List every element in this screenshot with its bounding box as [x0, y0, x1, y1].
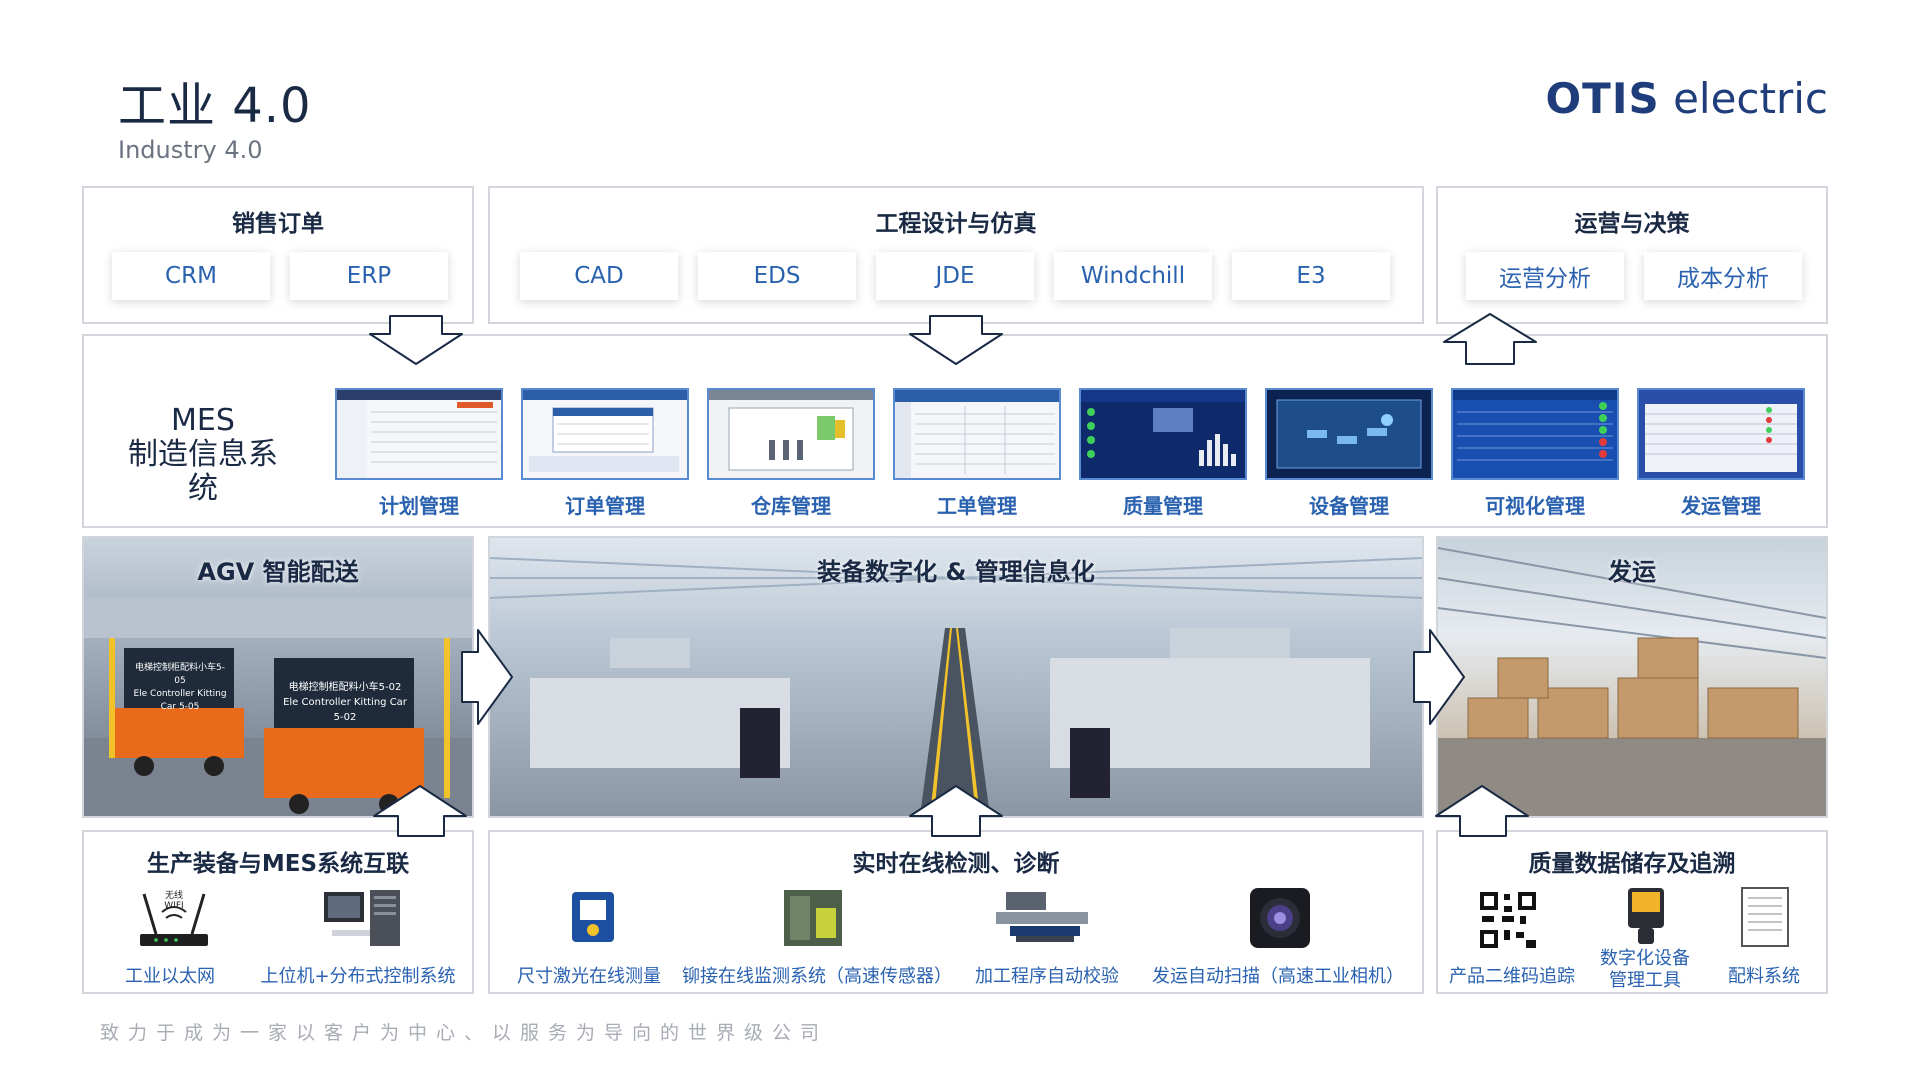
qr-trace-label: 产品二维码追踪: [1449, 966, 1575, 987]
equipment-management-screenshot: [1265, 388, 1433, 480]
cnc-program-icon: [986, 886, 1098, 954]
work-order-management-screenshot: [893, 388, 1061, 480]
jde-chip: JDE: [876, 252, 1034, 300]
handheld-scanner-icon: [1622, 884, 1670, 950]
kitting-system-label: 配料系统: [1728, 966, 1800, 987]
network-title: 生产装备与MES系统互联: [146, 851, 410, 877]
shipping-photo: 发运: [1436, 536, 1828, 818]
crm-chip: CRM: [112, 252, 270, 300]
visualization-management-screenshot: [1451, 388, 1619, 480]
sales-order-title: 销售订单: [232, 211, 324, 237]
agv-cart1-label: 电梯控制柜配料小车5-05 Ele Controller Kitting Car …: [133, 663, 227, 712]
windchill-chip: Windchill: [1054, 252, 1212, 300]
visualization-management-label: 可视化管理: [1485, 494, 1585, 518]
digital-factory-photo: 装备数字化 & 管理信息化: [488, 536, 1424, 818]
footer-slogan: 致力于成为一家以客户为中心、以服务为导向的世界级公司: [100, 1022, 829, 1044]
shipping-management-screenshot: [1637, 388, 1805, 480]
riveting-monitor-label: 铆接在线监测系统（高速传感器）: [682, 966, 952, 987]
shipping-management-label: 发运管理: [1681, 494, 1761, 518]
workstation-icon: [318, 884, 408, 956]
engineering-title: 工程设计与仿真: [875, 211, 1037, 237]
page-title: 工业 4.0: [118, 78, 312, 134]
quality-data-title: 质量数据储存及追溯: [1528, 851, 1736, 877]
order-management-label: 订单管理: [565, 494, 645, 518]
riveting-monitor-icon: [780, 884, 846, 954]
eds-chip: EDS: [698, 252, 856, 300]
laser-measure-label: 尺寸激光在线测量: [517, 966, 661, 987]
sales-order-panel: 销售订单 CRM ERP: [82, 186, 474, 324]
brand-logo: OTIS electric: [1545, 74, 1828, 123]
shipping-title: 发运: [1608, 558, 1656, 586]
cad-chip: CAD: [520, 252, 678, 300]
kitting-document-icon: [1740, 886, 1790, 952]
program-check-label: 加工程序自动校验: [975, 966, 1119, 987]
erp-chip: ERP: [290, 252, 448, 300]
warehouse-management-label: 仓库管理: [751, 494, 831, 518]
router-icon: 无线WIFI: [136, 888, 212, 954]
equipment-management-label: 设备管理: [1309, 494, 1389, 518]
e3-chip: E3: [1232, 252, 1390, 300]
digital-factory-title: 装备数字化 & 管理信息化: [817, 558, 1095, 586]
agv-cart2-label: 电梯控制柜配料小车5-02 Ele Controller Kitting Car …: [283, 682, 407, 723]
host-dcs-label: 上位机+分布式控制系统: [260, 966, 456, 987]
digital-tool-label: 数字化设备 管理工具: [1600, 948, 1690, 991]
work-order-management-label: 工单管理: [937, 494, 1017, 518]
agv-title: AGV 智能配送: [197, 558, 359, 586]
operations-panel: 运营与决策 运营分析 成本分析: [1436, 186, 1828, 324]
warehouse-management-screenshot: [707, 388, 875, 480]
quality-management-screenshot: [1079, 388, 1247, 480]
inspection-title: 实时在线检测、诊断: [852, 851, 1060, 877]
order-management-screenshot: [521, 388, 689, 480]
cost-analysis-chip: 成本分析: [1644, 252, 1802, 300]
mes-label: MES 制造信息系统: [128, 403, 278, 506]
laser-sensor-icon: [562, 884, 624, 954]
ops-analysis-chip: 运营分析: [1466, 252, 1624, 300]
industrial-camera-icon: [1248, 886, 1312, 954]
agv-photo: 电梯控制柜配料小车5-05 Ele Controller Kitting Car …: [82, 536, 474, 818]
engineering-panel: 工程设计与仿真 CAD EDS JDE Windchill E3: [488, 186, 1424, 324]
qr-code-icon: [1480, 892, 1536, 952]
camera-scan-label: 发运自动扫描（高速工业相机）: [1152, 966, 1404, 987]
industrial-ethernet-label: 工业以太网: [125, 966, 215, 987]
operations-title: 运营与决策: [1574, 211, 1690, 237]
page-subtitle: Industry 4.0: [118, 136, 263, 164]
plan-management-label: 计划管理: [379, 494, 459, 518]
plan-management-screenshot: [335, 388, 503, 480]
quality-management-label: 质量管理: [1123, 494, 1203, 518]
